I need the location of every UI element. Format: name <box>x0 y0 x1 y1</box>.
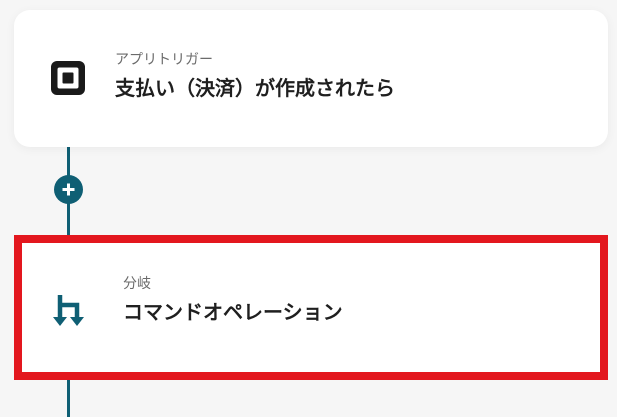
branch-step-title: コマンドオペレーション <box>123 300 343 324</box>
flow-connector-line <box>67 378 70 417</box>
trigger-step-title: 支払い（決済）が作成されたら <box>115 76 395 100</box>
add-step-button[interactable] <box>54 175 83 204</box>
trigger-step-type: アプリトリガー <box>115 52 213 68</box>
branch-icon <box>51 292 89 330</box>
branch-step-type: 分岐 <box>123 276 151 292</box>
plus-icon <box>62 183 75 196</box>
trigger-step-card[interactable]: アプリトリガー 支払い（決済）が作成されたら <box>14 10 608 147</box>
square-app-icon <box>51 61 85 95</box>
branch-step-card[interactable]: 分岐 コマンドオペレーション <box>14 235 608 380</box>
